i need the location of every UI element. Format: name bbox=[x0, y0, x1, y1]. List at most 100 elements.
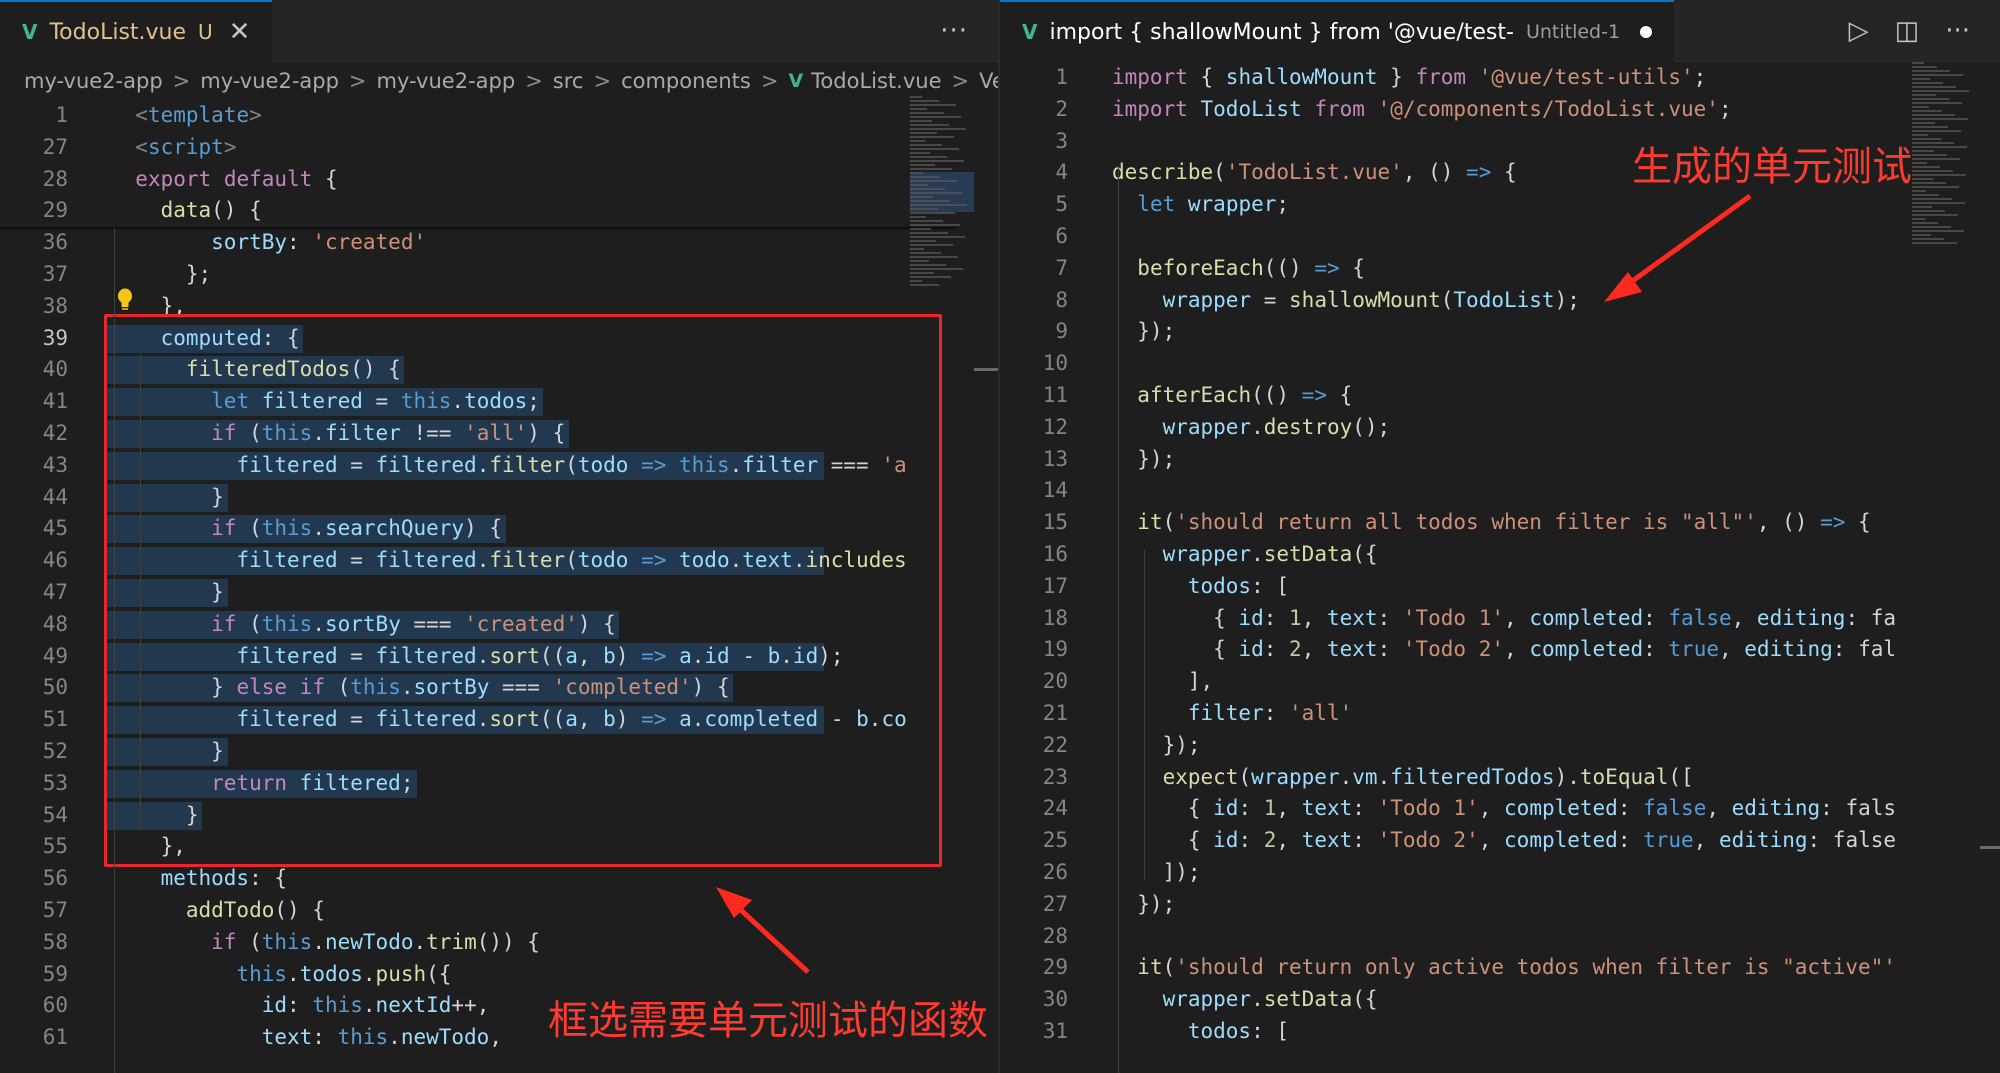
minimap-line bbox=[910, 204, 967, 206]
minimap-line bbox=[910, 268, 963, 270]
minimap-line bbox=[1912, 178, 1933, 180]
minimap-line bbox=[1912, 90, 1969, 92]
minimap-line bbox=[910, 140, 925, 142]
minimap-line bbox=[910, 252, 941, 254]
minimap-line bbox=[910, 272, 934, 274]
minimap-line bbox=[910, 108, 927, 110]
minimap-line bbox=[910, 236, 965, 238]
minimap-line bbox=[1912, 230, 1964, 232]
minimap-line bbox=[910, 132, 937, 134]
minimap-line bbox=[1912, 146, 1967, 148]
minimap-line bbox=[1912, 98, 1949, 100]
minimap-line bbox=[1912, 122, 1935, 124]
minimap-line bbox=[1912, 214, 1958, 216]
minimap-line bbox=[910, 184, 928, 186]
minimap-line bbox=[910, 156, 947, 158]
minimap-line bbox=[910, 176, 940, 178]
minimap-line bbox=[910, 192, 962, 194]
minimap-line bbox=[1912, 238, 1944, 240]
minimap-line bbox=[910, 212, 955, 214]
minimap-line bbox=[1912, 82, 1943, 84]
indent-guide bbox=[1144, 550, 1145, 880]
minimap-line bbox=[910, 152, 930, 154]
minimap-line bbox=[910, 224, 960, 226]
arrow-to-selection bbox=[716, 887, 810, 974]
minimap-line bbox=[1912, 130, 1961, 132]
minimap-line bbox=[1912, 226, 1951, 228]
minimap-line bbox=[910, 136, 954, 138]
minimap-line bbox=[910, 220, 943, 222]
minimap-line bbox=[1912, 186, 1959, 188]
scrollbar-indicator[interactable] bbox=[974, 368, 998, 371]
minimap-line bbox=[910, 240, 936, 242]
minimap-line bbox=[1912, 126, 1948, 128]
minimap-line bbox=[1912, 202, 1965, 204]
minimap-line bbox=[910, 100, 939, 102]
right-minimap[interactable] bbox=[1912, 62, 1976, 262]
minimap-line bbox=[1912, 114, 1955, 116]
minimap-line bbox=[1912, 166, 1940, 168]
minimap-line bbox=[1912, 102, 1962, 104]
minimap-line bbox=[910, 172, 923, 174]
minimap-line bbox=[1912, 150, 1934, 152]
minimap-line bbox=[1912, 154, 1947, 156]
minimap-line bbox=[1912, 118, 1968, 120]
minimap-line bbox=[910, 144, 942, 146]
minimap-line bbox=[1912, 66, 1937, 68]
minimap-line bbox=[1912, 134, 1928, 136]
minimap-line bbox=[1912, 198, 1952, 200]
minimap-line bbox=[910, 284, 939, 286]
minimap-line bbox=[1912, 158, 1960, 160]
left-minimap[interactable] bbox=[910, 96, 974, 296]
minimap-line bbox=[910, 264, 946, 266]
minimap-line bbox=[1912, 182, 1946, 184]
minimap-line bbox=[1912, 234, 1931, 236]
indent-guide bbox=[114, 228, 115, 1073]
minimap-line bbox=[1912, 110, 1942, 112]
left-editor-group: V TodoList.vue U ✕ ··· my-vue2-app > my-vu… bbox=[0, 0, 998, 1073]
right-editor-group: V import { shallowMount } from '@vue/tes… bbox=[1000, 0, 2000, 1073]
minimap-line bbox=[1912, 70, 1950, 72]
minimap-line bbox=[1912, 78, 1930, 80]
minimap-line bbox=[910, 248, 924, 250]
minimap-line bbox=[910, 216, 926, 218]
minimap-line bbox=[1912, 106, 1929, 108]
minimap-line bbox=[1912, 218, 1925, 220]
minimap-line bbox=[910, 104, 956, 106]
minimap-line bbox=[1912, 142, 1954, 144]
minimap-line bbox=[910, 196, 933, 198]
minimap-line bbox=[910, 208, 938, 210]
minimap-line bbox=[910, 120, 932, 122]
minimap-line bbox=[1912, 86, 1956, 88]
scrollbar-indicator[interactable] bbox=[1980, 846, 2000, 849]
minimap-line bbox=[910, 256, 958, 258]
minimap-line bbox=[1912, 194, 1939, 196]
minimap-line bbox=[1912, 222, 1938, 224]
minimap-line bbox=[910, 188, 945, 190]
minimap-line bbox=[1912, 206, 1932, 208]
minimap-line bbox=[1912, 62, 1924, 64]
annotation-generated-test: 生成的单元测试 bbox=[1632, 144, 1912, 190]
minimap-line bbox=[1912, 74, 1963, 76]
minimap-line bbox=[1912, 94, 1936, 96]
minimap-line bbox=[910, 116, 961, 118]
indent-guide bbox=[140, 354, 141, 829]
minimap-line bbox=[910, 232, 948, 234]
minimap-line bbox=[1912, 190, 1926, 192]
minimap-line bbox=[910, 164, 935, 166]
minimap-line bbox=[910, 280, 922, 282]
minimap-line bbox=[910, 180, 957, 182]
minimap-line bbox=[910, 260, 929, 262]
minimap-line bbox=[910, 148, 959, 150]
minimap-line bbox=[1912, 170, 1953, 172]
minimap-line bbox=[910, 244, 953, 246]
minimap-line bbox=[910, 112, 944, 114]
indent-guide bbox=[1118, 166, 1119, 1073]
lightbulb-icon[interactable] bbox=[116, 287, 134, 311]
minimap-line bbox=[1912, 174, 1966, 176]
minimap-line bbox=[910, 228, 931, 230]
minimap-line bbox=[910, 96, 922, 98]
minimap-line bbox=[910, 160, 964, 162]
minimap-line bbox=[910, 128, 966, 130]
minimap-line bbox=[1912, 242, 1957, 244]
